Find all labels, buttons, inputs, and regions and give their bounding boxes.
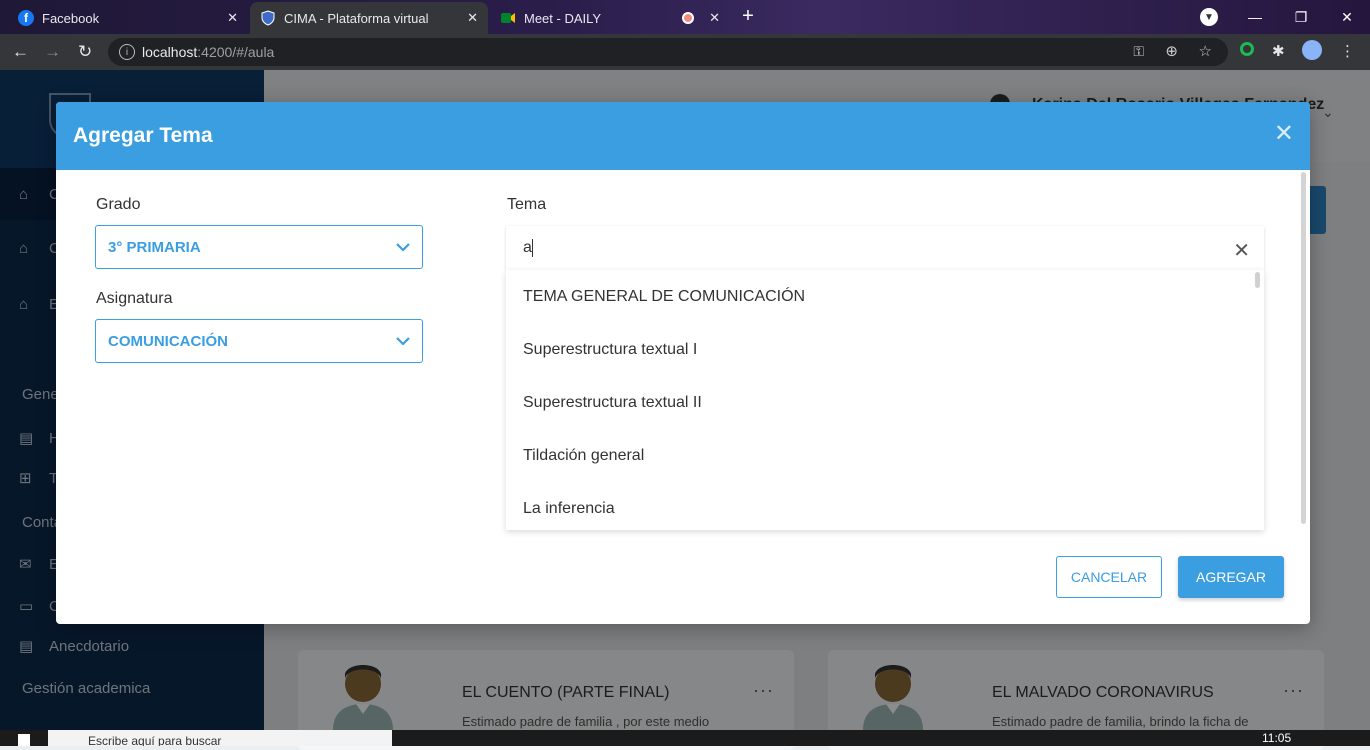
tab-title: Meet - DAILY: [524, 10, 602, 26]
back-icon[interactable]: ←: [12, 42, 29, 62]
tema-label: Tema: [507, 196, 547, 213]
add-button[interactable]: AGREGAR: [1178, 556, 1284, 598]
tab-cima[interactable]: CIMA - Plataforma virtual ✕: [250, 2, 488, 34]
profile-menu-icon[interactable]: ▼: [1186, 0, 1232, 34]
dialog-header: Agregar Tema: [56, 102, 1310, 170]
taskbar-search-input[interactable]: Escribe aquí para buscar: [48, 730, 392, 746]
new-tab-button[interactable]: +: [736, 5, 760, 29]
grado-select[interactable]: 3° PRIMARIA: [95, 225, 423, 269]
star-icon[interactable]: ☆: [1199, 42, 1212, 60]
close-tab-icon[interactable]: ✕: [467, 10, 478, 26]
tema-input-value: a: [523, 239, 532, 256]
list-scrollbar[interactable]: [1255, 272, 1260, 288]
close-window-icon[interactable]: ✕: [1324, 0, 1370, 34]
url-path: :4200/#/aula: [197, 44, 275, 60]
taskbar-clock[interactable]: 11:05: [1262, 730, 1291, 746]
puzzle-icon[interactable]: ✱: [1272, 42, 1285, 60]
asignatura-value: COMUNICACIÓN: [108, 332, 228, 350]
chevron-down-icon: [396, 337, 410, 346]
minimize-icon[interactable]: —: [1232, 0, 1278, 34]
add-topic-dialog: Agregar Tema ✕ Grado 3° PRIMARIA Asignat…: [56, 102, 1310, 624]
meet-icon: [500, 10, 516, 26]
tema-option[interactable]: La inferencia: [506, 482, 1264, 530]
cancel-button[interactable]: CANCELAR: [1056, 556, 1162, 598]
facebook-icon: f: [18, 10, 34, 26]
recording-icon: [682, 12, 694, 24]
grado-value: 3° PRIMARIA: [108, 238, 201, 256]
shield-icon: [260, 10, 276, 26]
close-tab-icon[interactable]: ✕: [709, 10, 720, 26]
chevron-down-icon: [396, 243, 410, 252]
browser-menu-icon[interactable]: ⋮: [1340, 42, 1355, 60]
asignatura-label: Asignatura: [96, 290, 173, 307]
asignatura-select[interactable]: COMUNICACIÓN: [95, 319, 423, 363]
maximize-icon[interactable]: ❐: [1278, 0, 1324, 34]
forward-icon[interactable]: →: [44, 42, 61, 62]
text-cursor: [531, 239, 533, 257]
tema-search-input[interactable]: a ✕: [506, 226, 1264, 270]
tema-option[interactable]: Superestructura textual II: [506, 376, 1264, 429]
browser-tab-bar: f Facebook ✕ CIMA - Plataforma virtual ✕…: [0, 0, 1370, 34]
dialog-scrollbar[interactable]: [1301, 172, 1306, 524]
tab-meet[interactable]: Meet - DAILY ✕: [490, 2, 730, 34]
clear-icon[interactable]: ✕: [1233, 238, 1250, 263]
key-icon[interactable]: ⚿: [1133, 43, 1144, 60]
tab-title: CIMA - Plataforma virtual: [284, 10, 429, 26]
tema-option[interactable]: Tildación general: [506, 429, 1264, 482]
browser-toolbar: ← → ↻ i localhost:4200/#/aula ⚿ ⊕ ☆ ✱ ⋮: [0, 34, 1370, 70]
address-bar[interactable]: i localhost:4200/#/aula ⚿ ⊕ ☆: [108, 38, 1228, 66]
avatar[interactable]: [1302, 40, 1322, 64]
close-icon[interactable]: ✕: [1274, 122, 1294, 146]
windows-start-icon[interactable]: [18, 734, 30, 746]
grado-label: Grado: [96, 196, 141, 213]
zoom-icon[interactable]: ⊕: [1165, 42, 1178, 60]
tab-title: Facebook: [42, 10, 100, 26]
reload-icon[interactable]: ↻: [78, 42, 92, 62]
taskbar: Escribe aquí para buscar 11:05: [0, 730, 1370, 746]
dialog-title: Agregar Tema: [73, 124, 213, 147]
extension-icon[interactable]: [1240, 42, 1254, 60]
close-tab-icon[interactable]: ✕: [227, 10, 238, 26]
url-host: localhost: [142, 44, 198, 60]
tab-facebook[interactable]: f Facebook ✕: [8, 2, 248, 34]
window-controls: ▼ — ❐ ✕: [1186, 0, 1370, 34]
tema-option[interactable]: TEMA GENERAL DE COMUNICACIÓN: [506, 270, 1264, 323]
tema-option[interactable]: Superestructura textual I: [506, 323, 1264, 376]
tema-options-list[interactable]: TEMA GENERAL DE COMUNICACIÓN Superestruc…: [506, 270, 1264, 530]
info-icon[interactable]: i: [119, 44, 135, 60]
